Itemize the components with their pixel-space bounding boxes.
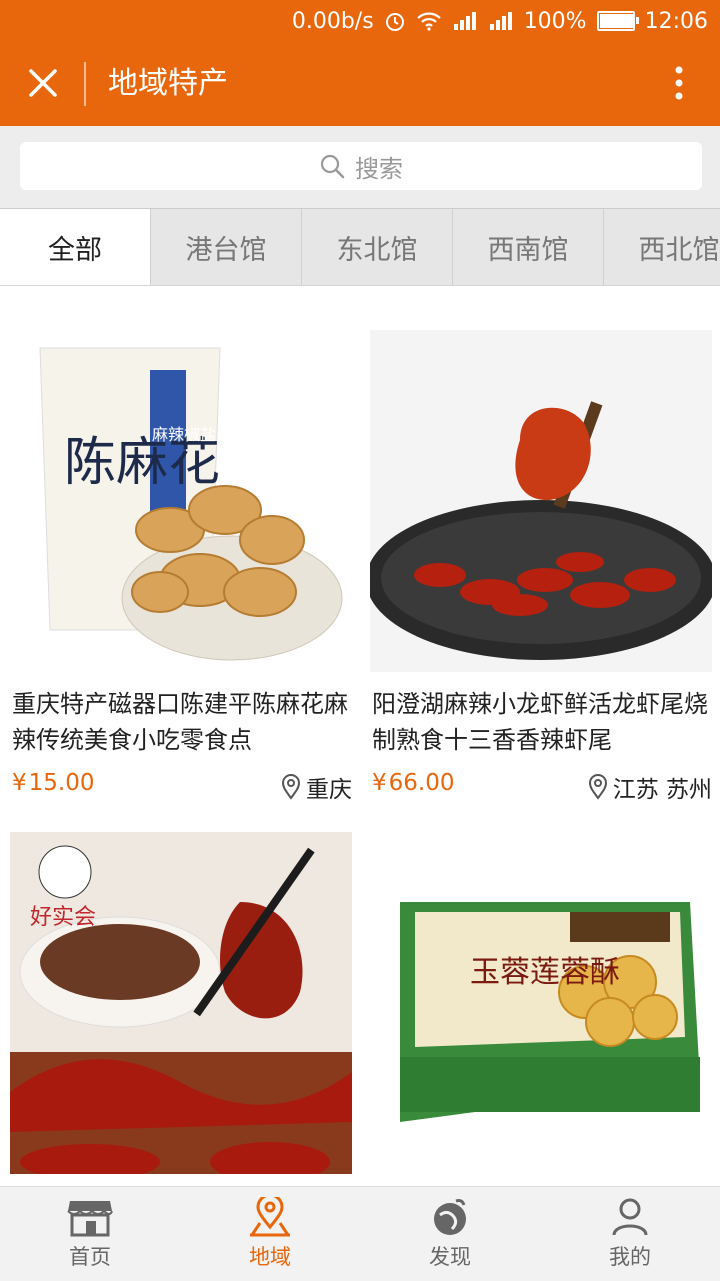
product-image (370, 330, 712, 672)
search-icon (320, 154, 345, 179)
currency-symbol: ¥ (12, 770, 27, 796)
shop-icon (67, 1201, 113, 1237)
currency-symbol: ¥ (372, 770, 387, 796)
product-card[interactable]: 阳澄湖麻辣小龙虾鲜活龙虾尾烧制熟食十三香香辣虾尾 ¥ 66.00 江苏 苏州 (370, 330, 712, 810)
nav-label: 地域 (249, 1245, 291, 1269)
network-speed: 0.00b/s (291, 8, 374, 34)
search-placeholder: 搜索 (355, 154, 403, 183)
close-icon (29, 69, 57, 97)
battery-icon (596, 11, 639, 31)
search-bar: 搜索 (0, 126, 720, 208)
header-divider (84, 62, 86, 106)
product-image: 玉蓉莲蓉酥 (370, 832, 712, 1174)
app-bar: 地域特产 (0, 42, 720, 126)
user-icon (612, 1198, 648, 1236)
product-image: 好实会 (10, 832, 352, 1174)
discover-icon (434, 1199, 466, 1235)
product-price: ¥ 66.00 (372, 770, 455, 796)
category-tabs: 全部 港台馆 东北馆 西南馆 西北馆 (0, 208, 720, 286)
location-text: 重庆 (306, 777, 352, 803)
product-card[interactable]: 好实会 (10, 832, 352, 1186)
tab-southwest[interactable]: 西南馆 (453, 209, 604, 285)
tab-northwest[interactable]: 西北馆 (604, 209, 720, 285)
product-name: 重庆特产磁器口陈建平陈麻花麻辣传统美食小吃零食点 (12, 690, 348, 754)
location-text: 江苏 苏州 (612, 777, 712, 803)
location-pin-icon (281, 774, 301, 800)
close-button[interactable] (20, 60, 66, 106)
nav-mine[interactable]: 我的 (540, 1187, 720, 1281)
status-bar: 0.00b/s 100% 12:06 (0, 0, 720, 42)
product-image: 陈麻花 麻辣椒盐 (10, 330, 352, 672)
signal-icon-2 (488, 11, 514, 31)
battery-percent: 100% (523, 8, 587, 34)
tab-hk-taiwan[interactable]: 港台馆 (151, 209, 302, 285)
more-menu-button[interactable] (658, 60, 700, 106)
search-input[interactable]: 搜索 (20, 142, 702, 190)
tab-all[interactable]: 全部 (0, 209, 151, 285)
battery-fill (599, 14, 634, 28)
wifi-icon (416, 11, 442, 31)
page-title: 地域特产 (108, 66, 228, 101)
alarm-icon (384, 10, 406, 32)
nav-label: 发现 (429, 1245, 471, 1269)
location-icon (250, 1197, 290, 1237)
nav-label: 首页 (69, 1245, 111, 1269)
price-value: 66.00 (388, 770, 455, 796)
product-name: 阳澄湖麻辣小龙虾鲜活龙虾尾烧制熟食十三香香辣虾尾 (372, 690, 708, 754)
product-card[interactable]: 陈麻花 麻辣椒盐 重庆特产磁器口陈建平陈麻花麻辣传统美食小吃零食点 ¥ 15.0… (10, 330, 352, 810)
box-title-text: 玉蓉莲蓉酥 (470, 955, 620, 990)
tab-northeast[interactable]: 东北馆 (302, 209, 453, 285)
product-location: 江苏 苏州 (587, 770, 712, 804)
more-vertical-icon (675, 66, 683, 100)
signal-icon (452, 11, 478, 31)
bottom-navigation: 首页 地域 发现 我的 (0, 1186, 720, 1281)
product-location: 重庆 (280, 770, 352, 804)
nav-region[interactable]: 地域 (180, 1187, 360, 1281)
package-flavor-text: 麻辣椒盐 (152, 425, 216, 444)
logo-text: 好实会 (30, 905, 96, 930)
location-pin-icon (588, 774, 607, 800)
price-value: 15.00 (28, 770, 95, 796)
nav-home[interactable]: 首页 (0, 1187, 180, 1281)
product-price: ¥ 15.00 (12, 770, 95, 796)
nav-discover[interactable]: 发现 (360, 1187, 540, 1281)
product-card[interactable]: 玉蓉莲蓉酥 (370, 832, 712, 1186)
nav-label: 我的 (609, 1245, 651, 1269)
clock: 12:06 (644, 8, 708, 34)
